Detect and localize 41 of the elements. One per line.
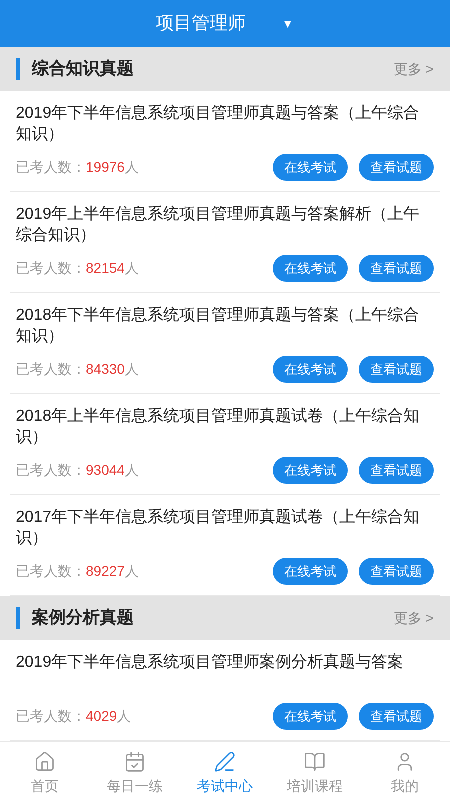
exam-title[interactable]: 2018年上半年信息系统项目管理师真题试卷（上午综合知识） [10, 406, 440, 448]
exam-title[interactable]: 2019年下半年信息系统项目管理师真题与答案（上午综合知识） [10, 103, 440, 145]
view-questions-button[interactable]: 查看试题 [359, 457, 434, 484]
online-exam-button[interactable]: 在线考试 [273, 558, 348, 585]
view-questions-button[interactable]: 查看试题 [359, 154, 434, 181]
header-title[interactable]: 项目管理师 [156, 10, 246, 37]
exam-title[interactable]: 2019年上半年信息系统项目管理师真题与答案解析（上午综合知识） [10, 204, 440, 246]
nav-tab[interactable]: 考试中心 [180, 742, 270, 800]
nav-tab[interactable]: 培训课程 [270, 742, 360, 800]
online-exam-button[interactable]: 在线考试 [273, 255, 348, 282]
pencil-icon [214, 751, 236, 773]
nav-tab[interactable]: 我的 [360, 742, 450, 800]
exam-title[interactable]: 2019年下半年信息系统项目管理师案例分析真题与答案 [10, 652, 440, 673]
exam-title[interactable]: 2017年下半年信息系统项目管理师真题试卷（上午综合知识） [10, 507, 440, 549]
exam-count: 已考人数：93044人 [16, 461, 139, 480]
online-exam-button[interactable]: 在线考试 [273, 154, 348, 181]
view-questions-button[interactable]: 查看试题 [359, 255, 434, 282]
nav-tab[interactable]: 首页 [0, 742, 90, 800]
exam-count: 已考人数：4029人 [16, 707, 132, 726]
online-exam-button[interactable]: 在线考试 [273, 703, 348, 730]
exam-title[interactable]: 2018年下半年信息系统项目管理师真题与答案（上午综合知识） [10, 305, 440, 347]
exam-count: 已考人数：84330人 [16, 360, 139, 379]
online-exam-button[interactable]: 在线考试 [273, 356, 348, 383]
accent-bar [16, 58, 20, 80]
exam-count: 已考人数：89227人 [16, 562, 139, 581]
exam-count: 已考人数：82154人 [16, 259, 139, 278]
house-icon [34, 751, 56, 773]
online-exam-button[interactable]: 在线考试 [273, 457, 348, 484]
accent-bar [16, 607, 20, 629]
book-icon [304, 751, 326, 773]
calendar-check-icon [124, 751, 146, 773]
view-questions-button[interactable]: 查看试题 [359, 558, 434, 585]
view-questions-button[interactable]: 查看试题 [359, 356, 434, 383]
exam-count: 已考人数：19976人 [16, 158, 139, 177]
view-questions-button[interactable]: 查看试题 [359, 703, 434, 730]
more-link[interactable]: 更多 > [394, 58, 434, 80]
section-title: 案例分析真题 [32, 607, 134, 630]
nav-tab[interactable]: 每日一练 [90, 742, 180, 800]
section-title: 综合知识真题 [32, 58, 134, 80]
more-link[interactable]: 更多 > [394, 608, 434, 628]
dropdown-caret[interactable]: ▼ [282, 14, 294, 32]
